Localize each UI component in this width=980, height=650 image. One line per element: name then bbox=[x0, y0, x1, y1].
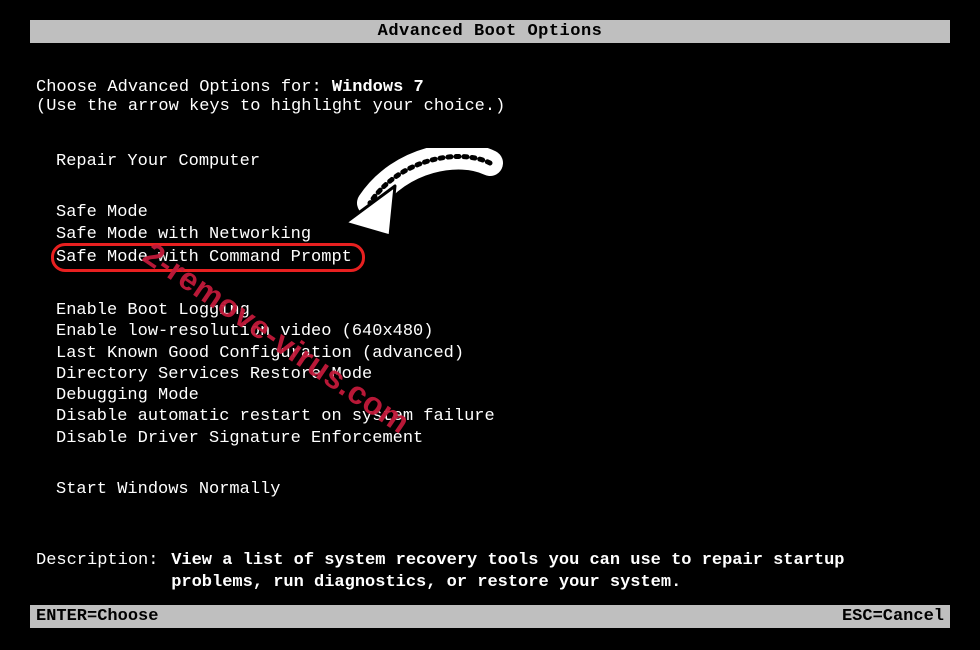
boot-option[interactable]: Safe Mode with Networking bbox=[56, 224, 950, 245]
page-title: Advanced Boot Options bbox=[30, 20, 950, 43]
os-name: Windows 7 bbox=[332, 78, 424, 97]
boot-option[interactable]: Disable automatic restart on system fail… bbox=[56, 406, 950, 427]
boot-option[interactable]: Disable Driver Signature Enforcement bbox=[56, 428, 950, 449]
boot-option[interactable]: Start Windows Normally bbox=[56, 479, 950, 500]
footer-right[interactable]: ESC=Cancel bbox=[842, 607, 944, 626]
description-block: Description: View a list of system recov… bbox=[36, 550, 950, 594]
description-text: View a list of system recovery tools you… bbox=[171, 550, 911, 594]
prompt-line: Choose Advanced Options for: Windows 7 bbox=[36, 78, 950, 97]
description-label: Description: bbox=[36, 550, 161, 572]
boot-option[interactable]: Enable Boot Logging bbox=[56, 300, 950, 321]
option-group: Safe ModeSafe Mode with NetworkingSafe M… bbox=[56, 202, 950, 270]
option-group: Repair Your Computer bbox=[56, 151, 950, 172]
boot-option[interactable]: Directory Services Restore Mode bbox=[56, 364, 950, 385]
boot-option[interactable]: Last Known Good Configuration (advanced) bbox=[56, 343, 950, 364]
prompt-prefix: Choose Advanced Options for: bbox=[36, 78, 332, 97]
footer-left[interactable]: ENTER=Choose bbox=[36, 607, 158, 626]
hint-line: (Use the arrow keys to highlight your ch… bbox=[36, 97, 950, 116]
footer-bar: ENTER=Choose ESC=Cancel bbox=[30, 605, 950, 628]
highlighted-option[interactable]: Safe Mode with Command Prompt bbox=[51, 243, 365, 272]
option-group: Enable Boot LoggingEnable low-resolution… bbox=[56, 300, 950, 449]
boot-option[interactable]: Repair Your Computer bbox=[56, 151, 950, 172]
boot-option[interactable]: Enable low-resolution video (640x480) bbox=[56, 321, 950, 342]
boot-option[interactable]: Safe Mode bbox=[56, 202, 950, 223]
boot-option[interactable]: Safe Mode with Command Prompt bbox=[56, 245, 950, 270]
option-group: Start Windows Normally bbox=[56, 479, 950, 500]
boot-option[interactable]: Debugging Mode bbox=[56, 385, 950, 406]
